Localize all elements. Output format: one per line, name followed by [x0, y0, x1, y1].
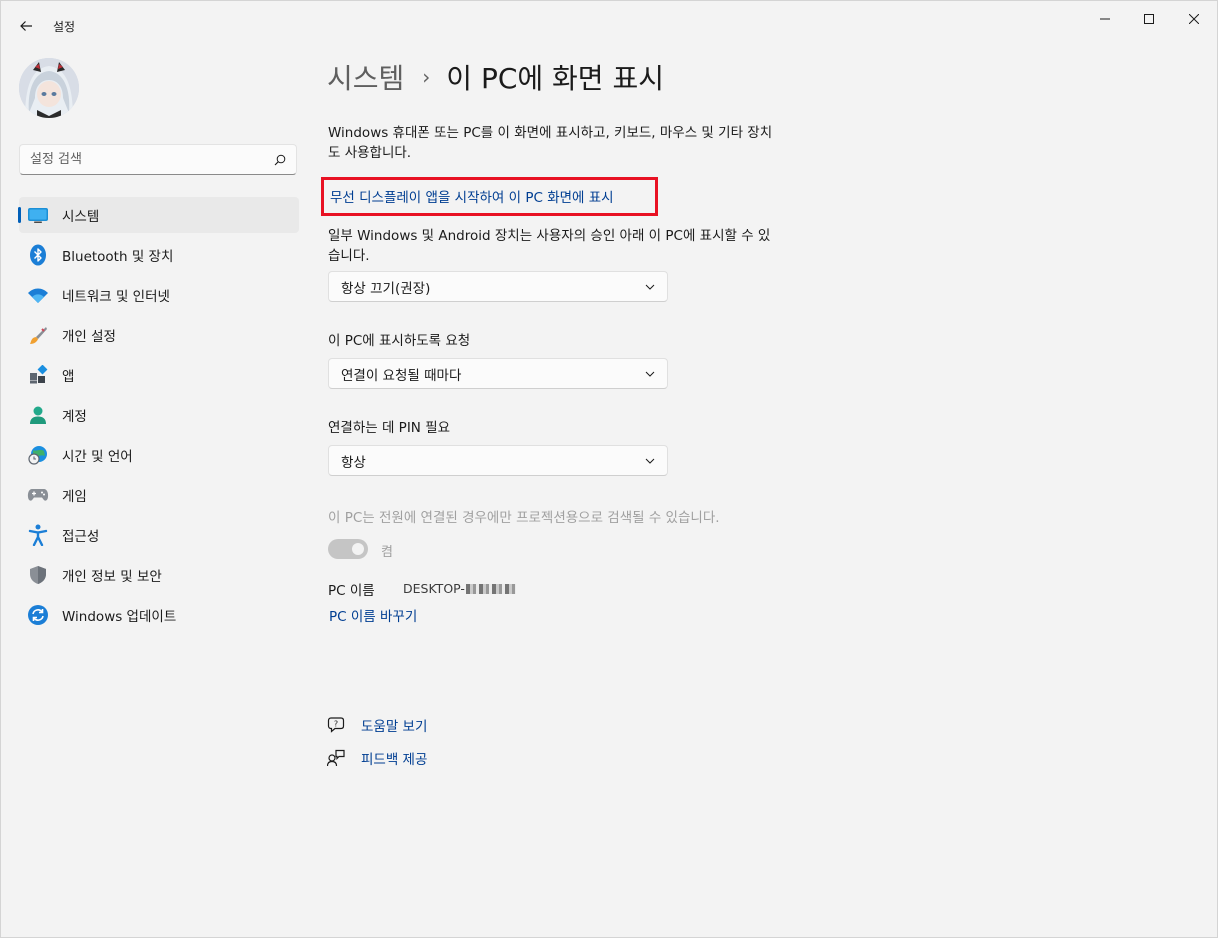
- chevron-down-icon: [645, 458, 655, 464]
- page-title: 이 PC에 화면 표시: [446, 62, 664, 95]
- globe-clock-icon: [27, 444, 49, 466]
- launch-wireless-display-link[interactable]: 무선 디스플레이 앱을 시작하여 이 PC 화면에 표시: [330, 186, 614, 206]
- availability-dropdown[interactable]: 항상 끄기(권장): [328, 271, 668, 302]
- minimize-icon: [1100, 18, 1110, 20]
- svg-text:?: ?: [334, 720, 338, 729]
- sidebar-item-label: 계정: [62, 409, 87, 425]
- search-input[interactable]: [30, 152, 274, 167]
- sidebar-item-privacy[interactable]: 개인 정보 및 보안: [19, 557, 299, 593]
- redacted-block: [465, 583, 516, 594]
- bluetooth-icon: [27, 244, 49, 266]
- shield-icon: [27, 564, 49, 586]
- chevron-down-icon: [645, 371, 655, 377]
- settings-search-box[interactable]: [19, 144, 297, 175]
- apps-icon: [27, 364, 49, 386]
- request-dropdown[interactable]: 연결이 요청될 때마다: [328, 358, 668, 389]
- sidebar-item-accounts[interactable]: 계정: [19, 397, 299, 433]
- availability-label: 일부 Windows 및 Android 장치는 사용자의 승인 아래 이 PC…: [328, 228, 771, 264]
- wifi-icon: [27, 284, 49, 306]
- pin-dropdown-value: 항상: [341, 454, 366, 471]
- power-toggle-label: 켬: [381, 545, 393, 560]
- sidebar-item-label: 네트워크 및 인터넷: [62, 289, 170, 305]
- request-label: 이 PC에 표시하도록 요청: [328, 333, 471, 349]
- close-button[interactable]: [1171, 5, 1217, 33]
- feedback-icon: [327, 749, 345, 767]
- paintbrush-icon: [27, 324, 49, 346]
- rename-pc-link[interactable]: PC 이름 바꾸기: [329, 605, 417, 625]
- maximize-icon: [1144, 14, 1154, 24]
- person-icon: [27, 404, 49, 426]
- settings-window: 설정 설정 검색 시스템 Bluetooth 및 장치 네트워크 및 인터넷 개…: [0, 0, 1218, 938]
- sidebar-item-bluetooth[interactable]: Bluetooth 및 장치: [19, 237, 299, 273]
- sidebar-item-label: 시간 및 언어: [62, 449, 133, 465]
- pc-name-text: DESKTOP-: [403, 581, 465, 596]
- sidebar-item-personalization[interactable]: 개인 설정: [19, 317, 299, 353]
- back-button[interactable]: [13, 13, 39, 39]
- sidebar-item-accessibility[interactable]: 접근성: [19, 517, 299, 553]
- accessibility-icon: [27, 524, 49, 546]
- monitor-icon: [27, 204, 49, 226]
- app-title: 설정: [53, 20, 76, 34]
- breadcrumb: 시스템 › 이 PC에 화면 표시: [327, 57, 664, 97]
- sidebar-nav: 시스템 Bluetooth 및 장치 네트워크 및 인터넷 개인 설정 앱 계정…: [18, 197, 299, 637]
- pin-label: 연결하는 데 PIN 필요: [328, 420, 451, 436]
- user-avatar-icon: [19, 58, 79, 118]
- request-dropdown-value: 연결이 요청될 때마다: [341, 367, 462, 384]
- availability-dropdown-value: 항상 끄기(권장): [341, 280, 431, 297]
- avatar[interactable]: [19, 58, 79, 118]
- give-feedback-label: 피드백 제공: [361, 752, 428, 768]
- sidebar-item-label: 개인 설정: [62, 329, 116, 345]
- update-icon: [27, 604, 49, 626]
- close-icon: [1189, 14, 1199, 24]
- search-icon[interactable]: [274, 154, 286, 166]
- pin-dropdown[interactable]: 항상: [328, 445, 668, 476]
- sidebar-item-label: 게임: [62, 489, 87, 505]
- get-help-label: 도움말 보기: [361, 719, 428, 735]
- sidebar-item-label: 접근성: [62, 529, 100, 545]
- give-feedback-link[interactable]: 피드백 제공: [327, 748, 427, 768]
- power-toggle[interactable]: [328, 539, 368, 559]
- sidebar-item-label: 시스템: [62, 209, 100, 225]
- back-arrow-icon: [20, 21, 32, 31]
- gamepad-icon: [27, 484, 49, 506]
- chevron-down-icon: [645, 284, 655, 290]
- sidebar-item-label: 개인 정보 및 보안: [62, 569, 162, 585]
- sidebar-item-label: Windows 업데이트: [62, 609, 177, 625]
- sidebar-item-label: 앱: [62, 369, 75, 385]
- help-chat-icon: ?: [327, 717, 345, 733]
- breadcrumb-separator: ›: [422, 65, 431, 89]
- get-help-link[interactable]: ? 도움말 보기: [327, 715, 427, 735]
- pc-name-value: DESKTOP-: [403, 581, 516, 596]
- minimize-button[interactable]: [1082, 5, 1128, 33]
- sidebar-item-gaming[interactable]: 게임: [19, 477, 299, 513]
- sidebar-item-windows-update[interactable]: Windows 업데이트: [19, 597, 299, 633]
- title-bar: 설정: [1, 1, 1217, 49]
- sidebar-item-label: Bluetooth 및 장치: [62, 249, 174, 265]
- breadcrumb-parent[interactable]: 시스템: [327, 57, 404, 97]
- sidebar-item-time-language[interactable]: 시간 및 언어: [19, 437, 299, 473]
- power-requirement-text: 이 PC는 전원에 연결된 경우에만 프로젝션용으로 검색될 수 있습니다.: [328, 510, 720, 526]
- maximize-button[interactable]: [1126, 5, 1172, 33]
- sidebar-item-network[interactable]: 네트워크 및 인터넷: [19, 277, 299, 313]
- page-description: Windows 휴대폰 또는 PC를 이 화면에 표시하고, 키보드, 마우스 …: [328, 125, 773, 161]
- sidebar-item-apps[interactable]: 앱: [19, 357, 299, 393]
- sidebar-item-system[interactable]: 시스템: [18, 197, 299, 233]
- toggle-knob: [352, 543, 364, 555]
- pc-name-label: PC 이름: [328, 583, 375, 599]
